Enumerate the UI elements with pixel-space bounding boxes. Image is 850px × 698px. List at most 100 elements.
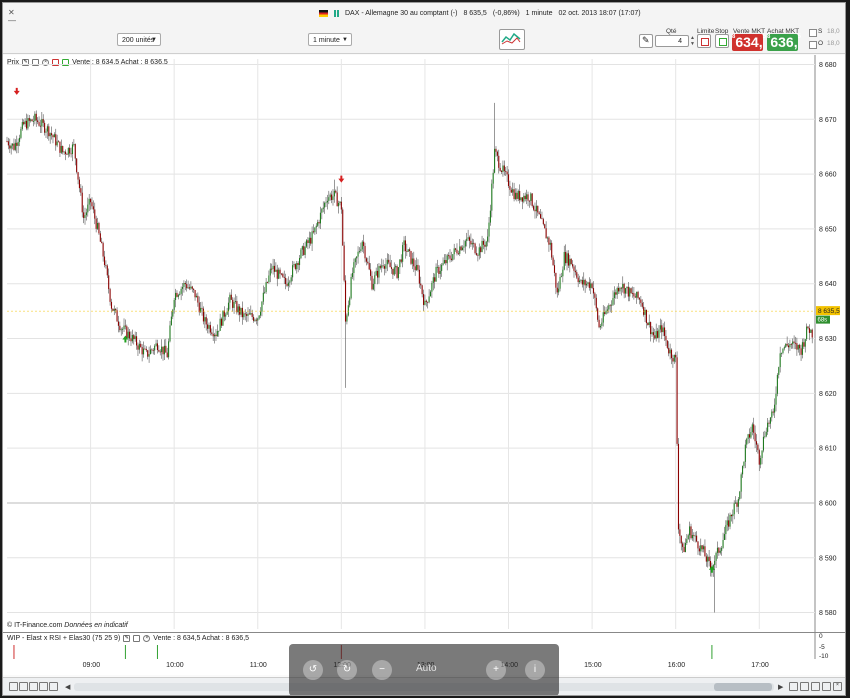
pin-button[interactable]: ✎ — [639, 34, 653, 48]
candle — [311, 226, 313, 252]
candle — [21, 118, 23, 131]
candle — [796, 337, 798, 356]
candle — [807, 325, 809, 330]
candle — [243, 311, 245, 320]
qty-stepper[interactable]: ▲ ▼ — [690, 35, 695, 47]
candle — [459, 238, 461, 257]
stop-button[interactable] — [715, 34, 729, 48]
candle — [786, 336, 788, 347]
candle — [272, 258, 274, 275]
indicator-legend: WIP - Elast x RSI + Elas30 (75 25 9) ✎ ×… — [7, 635, 249, 642]
candle — [399, 259, 401, 274]
zoom-icon[interactable] — [811, 682, 820, 691]
info-button[interactable]: i — [525, 660, 545, 680]
price-chart[interactable]: Prix ✎ × Vente : 8 634,5 Achat : 8 636,5… — [3, 55, 845, 632]
buy-market-button[interactable]: 8636,5 — [767, 34, 801, 51]
zoom-out-button[interactable]: − — [372, 660, 392, 680]
candle — [732, 509, 734, 524]
candle — [790, 343, 792, 349]
candle — [645, 309, 647, 329]
o-checkbox[interactable] — [809, 41, 817, 49]
candle — [644, 307, 646, 322]
fibo-tool-icon[interactable] — [39, 682, 48, 691]
menu-icon[interactable]: ― — [8, 16, 16, 25]
candle — [640, 296, 642, 307]
close-icon[interactable]: × — [143, 635, 151, 642]
close-icon[interactable]: × — [833, 682, 842, 691]
candle — [574, 265, 576, 276]
candle — [102, 241, 104, 262]
sell-market-button[interactable]: 8634,5 — [732, 34, 766, 51]
candle — [395, 264, 397, 275]
copy-icon[interactable] — [133, 635, 141, 642]
settings-icon[interactable] — [800, 682, 809, 691]
candle — [499, 162, 501, 172]
rotate-right-button[interactable]: ↻ — [337, 660, 357, 680]
candle — [670, 348, 673, 365]
candle — [431, 280, 433, 298]
interval-select[interactable]: 1 minute ▼ — [308, 33, 352, 46]
scroll-right-icon[interactable]: ▶ — [778, 683, 783, 691]
limit-icon — [701, 38, 709, 46]
candle — [665, 330, 667, 346]
candle — [80, 184, 82, 196]
candle — [187, 280, 189, 290]
candle — [434, 273, 436, 289]
candle — [155, 339, 157, 347]
candle — [411, 252, 413, 270]
scroll-thumb[interactable] — [714, 683, 772, 691]
chart-style-button[interactable] — [499, 29, 525, 50]
candle — [555, 272, 557, 295]
candle — [753, 417, 755, 440]
candle — [336, 186, 338, 207]
camera-icon[interactable] — [822, 682, 831, 691]
candle — [804, 339, 806, 353]
candle — [432, 272, 434, 291]
candle — [482, 238, 484, 250]
qty-value: 4 — [678, 38, 682, 45]
candle — [436, 259, 439, 273]
hline-tool-icon[interactable] — [29, 682, 38, 691]
rotate-left-button[interactable]: ↺ — [303, 660, 323, 680]
candle — [778, 366, 780, 379]
units-select[interactable]: 200 unités ▼ — [117, 33, 161, 46]
candle — [406, 243, 408, 257]
candle — [420, 276, 422, 289]
candle — [254, 318, 256, 322]
candle — [193, 288, 195, 294]
candle — [269, 263, 271, 283]
qty-input[interactable]: 4 — [655, 35, 689, 47]
candle — [466, 232, 468, 247]
candle — [356, 256, 358, 266]
candle — [371, 271, 373, 291]
candle — [219, 313, 221, 331]
candle — [27, 114, 29, 131]
limit-button[interactable] — [697, 34, 711, 48]
candle — [13, 138, 15, 152]
candle — [151, 348, 153, 354]
candle — [347, 300, 349, 317]
candle — [120, 327, 122, 336]
candle — [764, 430, 766, 439]
line-tool-icon[interactable] — [19, 682, 28, 691]
candle — [360, 242, 362, 253]
scroll-left-icon[interactable]: ◀ — [65, 683, 70, 691]
candle — [317, 219, 319, 227]
text-tool-icon[interactable] — [49, 682, 58, 691]
cursor-icon[interactable] — [9, 682, 18, 691]
candle — [519, 184, 521, 204]
edit-icon[interactable]: ✎ — [123, 635, 131, 642]
instrument-price: 8 635,5 — [463, 10, 487, 17]
candle — [142, 341, 145, 358]
zoom-in-button[interactable]: + — [486, 660, 506, 680]
s-checkbox[interactable] — [809, 29, 817, 37]
candle — [117, 315, 119, 333]
candle — [308, 231, 310, 249]
candle — [232, 297, 234, 312]
candle — [23, 119, 25, 126]
candle — [32, 115, 35, 127]
candle — [28, 114, 30, 127]
auto-zoom-button[interactable]: Auto — [416, 663, 437, 674]
link-icon[interactable] — [789, 682, 798, 691]
candle — [785, 343, 787, 349]
